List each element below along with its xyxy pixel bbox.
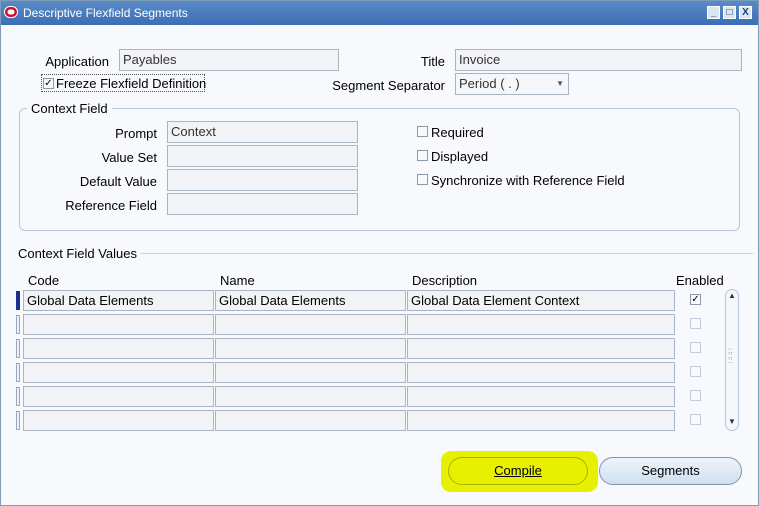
row-indicator[interactable]	[16, 411, 20, 430]
enabled-checkbox[interactable]	[690, 414, 701, 425]
separator-select[interactable]: Period ( . ) ▼	[455, 73, 569, 95]
segments-label: Segments	[641, 463, 700, 478]
name-cell[interactable]: Global Data Elements	[215, 290, 406, 311]
chevron-down-icon: ▼	[556, 79, 564, 88]
section-divider	[141, 253, 753, 254]
code-cell[interactable]	[23, 386, 214, 407]
row-indicator[interactable]	[16, 363, 20, 382]
column-header-name: Name	[220, 273, 255, 288]
application-field[interactable]: Payables	[119, 49, 339, 71]
code-cell[interactable]	[23, 314, 214, 335]
description-cell[interactable]	[407, 410, 675, 431]
enabled-checkbox[interactable]	[690, 342, 701, 353]
column-header-code: Code	[28, 273, 60, 288]
oracle-app-icon	[4, 6, 18, 18]
title-label: Title	[420, 54, 445, 69]
reference-field-label: Reference Field	[65, 198, 157, 213]
description-cell[interactable]	[407, 314, 675, 335]
code-cell[interactable]	[23, 338, 214, 359]
scroll-up-icon[interactable]: ▲	[728, 291, 736, 300]
freeze-checkbox[interactable]: ✓ Freeze Flexfield Definition	[41, 74, 207, 92]
name-cell[interactable]	[215, 314, 406, 335]
synchronize-checkbox[interactable]	[417, 174, 428, 185]
enabled-checkbox[interactable]	[690, 366, 701, 377]
reference-field-field[interactable]	[167, 193, 358, 215]
freeze-check-icon: ✓	[43, 78, 54, 89]
separator-value: Period ( . )	[459, 76, 520, 91]
context-field-title: Context Field	[27, 101, 112, 116]
flexfield-window: Descriptive Flexfield Segments _ □ X App…	[0, 0, 759, 506]
minimize-icon[interactable]: _	[707, 6, 720, 19]
name-cell[interactable]	[215, 338, 406, 359]
enabled-checkbox[interactable]	[690, 390, 701, 401]
description-cell[interactable]	[407, 362, 675, 383]
title-bar[interactable]: Descriptive Flexfield Segments _ □ X	[1, 1, 758, 25]
default-value-field[interactable]	[167, 169, 358, 191]
row-indicator[interactable]	[16, 291, 20, 310]
application-label: Application	[45, 54, 109, 69]
row-indicator[interactable]	[16, 387, 20, 406]
prompt-field[interactable]: Context	[167, 121, 358, 143]
synchronize-label: Synchronize with Reference Field	[431, 173, 625, 188]
context-values-title: Context Field Values	[18, 246, 137, 261]
value-set-label: Value Set	[101, 150, 157, 165]
compile-label: Compile	[494, 463, 542, 478]
column-header-description: Description	[412, 273, 478, 288]
enabled-checkbox[interactable]: ✓	[690, 294, 701, 305]
scroll-grip-icon[interactable]: ::::::	[728, 347, 732, 365]
close-icon[interactable]: X	[739, 6, 752, 19]
scroll-down-icon[interactable]: ▼	[728, 417, 736, 426]
compile-button[interactable]: Compile	[448, 457, 588, 485]
value-set-field[interactable]	[167, 145, 358, 167]
enabled-checkbox[interactable]	[690, 318, 701, 329]
default-value-label: Default Value	[79, 174, 157, 189]
segments-button[interactable]: Segments	[599, 457, 742, 485]
required-checkbox[interactable]	[417, 126, 428, 137]
separator-label: Segment Separator	[332, 78, 445, 93]
code-cell[interactable]: Global Data Elements	[23, 290, 214, 311]
column-header-enabled: Enabled	[676, 273, 724, 288]
description-cell[interactable]	[407, 386, 675, 407]
name-cell[interactable]	[215, 410, 406, 431]
name-cell[interactable]	[215, 386, 406, 407]
displayed-checkbox[interactable]	[417, 150, 428, 161]
required-label: Required	[431, 125, 484, 140]
freeze-label: Freeze Flexfield Definition	[56, 76, 207, 91]
code-cell[interactable]	[23, 410, 214, 431]
maximize-icon[interactable]: □	[723, 6, 736, 19]
name-cell[interactable]	[215, 362, 406, 383]
code-cell[interactable]	[23, 362, 214, 383]
row-indicator[interactable]	[16, 339, 20, 358]
vertical-scrollbar[interactable]: ▲ :::::: ▼	[725, 289, 739, 431]
window-title: Descriptive Flexfield Segments	[23, 6, 188, 20]
title-field[interactable]: Invoice	[455, 49, 742, 71]
prompt-label: Prompt	[115, 126, 157, 141]
row-indicator[interactable]	[16, 315, 20, 334]
displayed-label: Displayed	[431, 149, 489, 164]
description-cell[interactable]: Global Data Element Context	[407, 290, 675, 311]
description-cell[interactable]	[407, 338, 675, 359]
